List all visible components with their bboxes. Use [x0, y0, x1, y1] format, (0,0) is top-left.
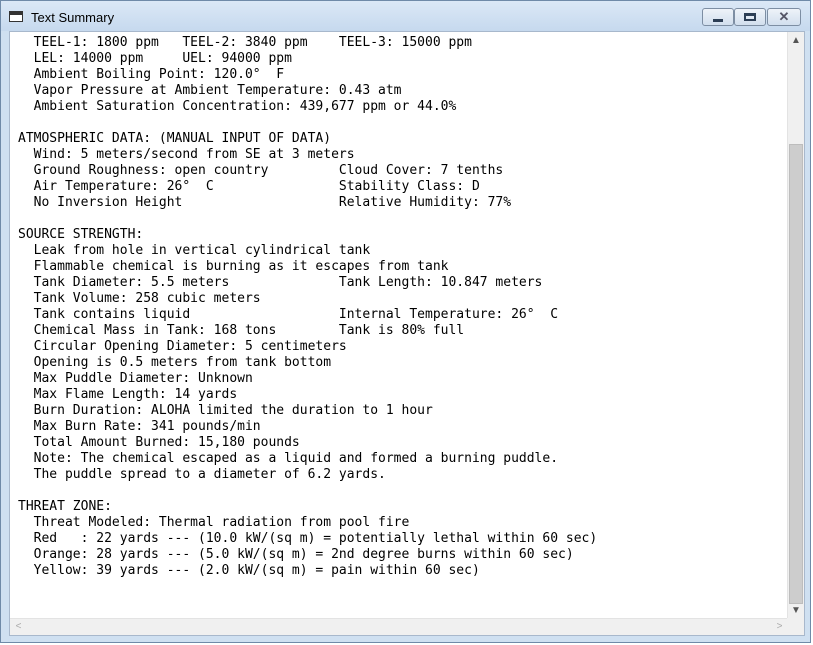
report-line: Vapor Pressure at Ambient Temperature: 0…	[18, 83, 402, 98]
report-line: Ambient Saturation Concentration: 439,67…	[18, 99, 457, 114]
maximize-button[interactable]	[734, 8, 766, 26]
report-line: TEEL-1: 1800 ppm TEEL-2: 3840 ppm TEEL-3…	[18, 35, 472, 50]
report-line: The puddle spread to a diameter of 6.2 y…	[18, 467, 386, 482]
text-summary-window: Text Summary ✕ TEEL-1: 1800 ppm TEEL-2: …	[0, 0, 811, 643]
report-line: Max Puddle Diameter: Unknown	[18, 371, 253, 386]
minimize-button[interactable]	[702, 8, 734, 26]
report-line: Red : 22 yards --- (10.0 kW/(sq m) = pot…	[18, 531, 598, 546]
report-line: Yellow: 39 yards --- (2.0 kW/(sq m) = pa…	[18, 563, 480, 578]
title-bar[interactable]: Text Summary ✕	[1, 1, 810, 31]
report-line: Ground Roughness: open country Cloud Cov…	[18, 163, 504, 178]
report-line: Tank Diameter: 5.5 meters Tank Length: 1…	[18, 275, 543, 290]
vertical-scroll-thumb[interactable]	[789, 144, 803, 604]
report-line: Air Temperature: 26° C Stability Class: …	[18, 179, 480, 194]
report-line: THREAT ZONE:	[18, 499, 112, 514]
report-line: Flammable chemical is burning as it esca…	[18, 259, 449, 274]
close-button[interactable]: ✕	[767, 8, 801, 26]
report-line: LEL: 14000 ppm UEL: 94000 ppm	[18, 51, 292, 66]
report-line: Opening is 0.5 meters from tank bottom	[18, 355, 332, 370]
report-line: Tank Volume: 258 cubic meters	[18, 291, 261, 306]
close-icon: ✕	[778, 9, 790, 24]
scroll-down-icon[interactable]: ▼	[788, 602, 804, 619]
report-line: No Inversion Height Relative Humidity: 7…	[18, 195, 512, 210]
report-line: Max Burn Rate: 341 pounds/min	[18, 419, 261, 434]
report-line: Burn Duration: ALOHA limited the duratio…	[18, 403, 433, 418]
report-text: TEEL-1: 1800 ppm TEEL-2: 3840 ppm TEEL-3…	[18, 35, 597, 579]
window-title: Text Summary	[31, 10, 115, 25]
app-window-icon[interactable]	[9, 11, 23, 22]
maximize-icon	[744, 13, 756, 21]
report-line: Total Amount Burned: 15,180 pounds	[18, 435, 300, 450]
scroll-up-icon[interactable]: ▲	[788, 32, 804, 49]
report-line: Max Flame Length: 14 yards	[18, 387, 238, 402]
report-line: ATMOSPHERIC DATA: (MANUAL INPUT OF DATA)	[18, 131, 332, 146]
report-line: Threat Modeled: Thermal radiation from p…	[18, 515, 410, 530]
report-line: Leak from hole in vertical cylindrical t…	[18, 243, 371, 258]
minimize-icon	[713, 19, 723, 22]
report-line: Wind: 5 meters/second from SE at 3 meter…	[18, 147, 355, 162]
report-line: Ambient Boiling Point: 120.0° F	[18, 67, 285, 82]
size-grip[interactable]	[787, 618, 804, 635]
report-line: Chemical Mass in Tank: 168 tons Tank is …	[18, 323, 465, 338]
text-area[interactable]: TEEL-1: 1800 ppm TEEL-2: 3840 ppm TEEL-3…	[9, 31, 805, 636]
report-line: Note: The chemical escaped as a liquid a…	[18, 451, 559, 466]
report-line: SOURCE STRENGTH:	[18, 227, 144, 242]
report-line: Circular Opening Diameter: 5 centimeters	[18, 339, 347, 354]
scroll-right-icon[interactable]: >	[771, 619, 788, 636]
report-viewport: TEEL-1: 1800 ppm TEEL-2: 3840 ppm TEEL-3…	[10, 32, 788, 619]
report-line: Orange: 28 yards --- (5.0 kW/(sq m) = 2n…	[18, 547, 574, 562]
vertical-scrollbar[interactable]: ▲ ▼	[787, 32, 804, 619]
scroll-left-icon[interactable]: <	[10, 619, 27, 636]
report-line: Tank contains liquid Internal Temperatur…	[18, 307, 559, 322]
horizontal-scrollbar[interactable]: < >	[10, 618, 788, 635]
